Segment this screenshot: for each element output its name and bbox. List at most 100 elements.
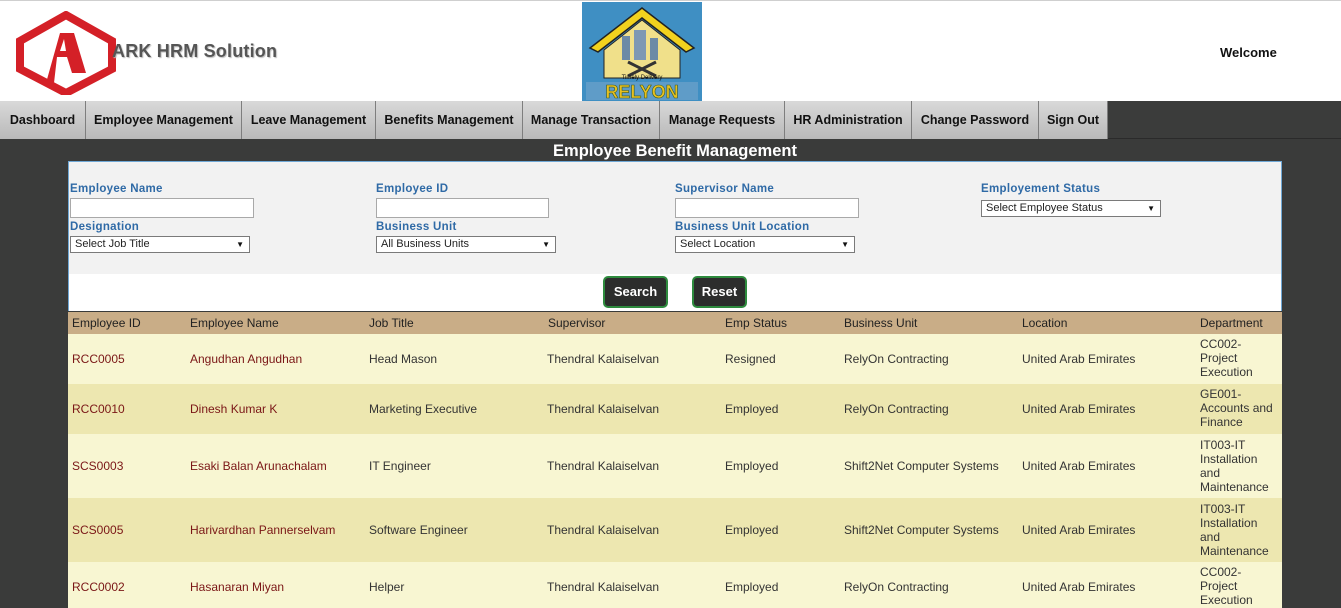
app-header: ARK HRM Solution Timely Delivery RELYON …	[0, 0, 1341, 102]
dropdown-arrow-icon: ▼	[841, 240, 849, 249]
col-job-title[interactable]: Job Title	[369, 312, 414, 334]
supervisor-name-input[interactable]	[675, 198, 859, 218]
dept-line: Accounts and	[1200, 401, 1273, 415]
dept-line: Finance	[1200, 415, 1243, 429]
filter-button-bar	[69, 274, 1281, 311]
col-employee-id[interactable]: Employee ID	[72, 312, 141, 334]
row-department: CC002- Project Execution	[1200, 565, 1280, 607]
table-row: RCC0002 Hasanaran Miyan Helper Thendral …	[68, 562, 1282, 608]
dept-line: GE001-	[1200, 387, 1242, 401]
dept-line: and	[1200, 530, 1221, 544]
employment-status-label: Employement Status	[981, 183, 1101, 195]
row-job-title: Software Engineer	[369, 523, 468, 537]
row-supervisor: Thendral Kalaiselvan	[547, 352, 660, 366]
row-emp-status: Employed	[725, 459, 779, 473]
table-row: SCS0005 Harivardhan Pannerselvam Softwar…	[68, 498, 1282, 562]
business-unit-value: All Business Units	[381, 238, 470, 250]
nav-benefits-management[interactable]: Benefits Management	[376, 101, 523, 139]
col-emp-status[interactable]: Emp Status	[725, 312, 787, 334]
row-employee-name[interactable]: Dinesh Kumar K	[190, 402, 277, 416]
row-supervisor: Thendral Kalaiselvan	[547, 402, 660, 416]
col-supervisor[interactable]: Supervisor	[548, 312, 605, 334]
row-business-unit: RelyOn Contracting	[844, 352, 949, 366]
dept-line: Project	[1200, 351, 1238, 365]
nav-sign-out[interactable]: Sign Out	[1039, 101, 1108, 139]
dept-line: Installation	[1200, 516, 1258, 530]
business-unit-location-label: Business Unit Location	[675, 221, 810, 233]
nav-change-password[interactable]: Change Password	[912, 101, 1039, 139]
employment-status-select[interactable]: Select Employee Status ▼	[981, 200, 1161, 217]
page-title: Employee Benefit Management	[553, 142, 797, 160]
row-location: United Arab Emirates	[1022, 352, 1136, 366]
business-unit-location-value: Select Location	[680, 238, 756, 250]
row-business-unit: RelyOn Contracting	[844, 402, 949, 416]
search-button[interactable]: Search	[603, 276, 668, 308]
row-employee-name[interactable]: Angudhan Angudhan	[190, 352, 302, 366]
row-emp-status: Employed	[725, 402, 779, 416]
row-emp-status: Employed	[725, 523, 779, 537]
row-location: United Arab Emirates	[1022, 580, 1136, 594]
row-employee-name[interactable]: Hasanaran Miyan	[190, 580, 284, 594]
relyon-wordmark: RELYON	[605, 82, 678, 102]
row-department: GE001- Accounts and Finance	[1200, 387, 1280, 429]
employee-id-input[interactable]	[376, 198, 549, 218]
row-job-title: Helper	[369, 580, 405, 594]
row-business-unit: RelyOn Contracting	[844, 580, 949, 594]
row-emp-status: Employed	[725, 580, 779, 594]
row-employee-id[interactable]: RCC0002	[72, 580, 125, 594]
dropdown-arrow-icon: ▼	[236, 240, 244, 249]
nav-leave-management[interactable]: Leave Management	[242, 101, 376, 139]
row-employee-name[interactable]: Esaki Balan Arunachalam	[190, 459, 327, 473]
row-business-unit: Shift2Net Computer Systems	[844, 523, 999, 537]
relyon-logo: Timely Delivery RELYON	[582, 2, 702, 102]
row-employee-id[interactable]: RCC0010	[72, 402, 125, 416]
dept-line: CC002-	[1200, 565, 1242, 579]
row-department: CC002- Project Execution	[1200, 337, 1280, 379]
employee-id-label: Employee ID	[376, 183, 449, 195]
dept-line: Installation	[1200, 452, 1258, 466]
table-row: RCC0005 Angudhan Angudhan Head Mason The…	[68, 334, 1282, 384]
nav-employee-management[interactable]: Employee Management	[86, 101, 242, 139]
employee-name-input[interactable]	[70, 198, 254, 218]
row-employee-id[interactable]: SCS0005	[72, 523, 123, 537]
reset-button[interactable]: Reset	[692, 276, 747, 308]
row-location: United Arab Emirates	[1022, 523, 1136, 537]
row-employee-id[interactable]: SCS0003	[72, 459, 123, 473]
row-emp-status: Resigned	[725, 352, 776, 366]
dept-line: IT003-IT	[1200, 438, 1246, 452]
supervisor-name-label: Supervisor Name	[675, 183, 775, 195]
dept-line: Execution	[1200, 365, 1253, 379]
table-row: SCS0003 Esaki Balan Arunachalam IT Engin…	[68, 434, 1282, 498]
employment-status-value: Select Employee Status	[986, 202, 1103, 214]
business-unit-label: Business Unit	[376, 221, 457, 233]
dept-line: Project	[1200, 579, 1238, 593]
dept-line: Maintenance	[1200, 544, 1269, 558]
nav-manage-transaction[interactable]: Manage Transaction	[523, 101, 660, 139]
dept-line: Maintenance	[1200, 480, 1269, 494]
dept-line: IT003-IT	[1200, 502, 1246, 516]
row-job-title: Head Mason	[369, 352, 438, 366]
row-supervisor: Thendral Kalaiselvan	[547, 523, 660, 537]
col-business-unit[interactable]: Business Unit	[844, 312, 917, 334]
ark-logo-icon	[16, 10, 116, 98]
nav-hr-administration[interactable]: HR Administration	[785, 101, 912, 139]
row-employee-name[interactable]: Harivardhan Pannerselvam	[190, 523, 335, 537]
designation-label: Designation	[70, 221, 140, 233]
nav-dashboard[interactable]: Dashboard	[0, 101, 86, 139]
row-supervisor: Thendral Kalaiselvan	[547, 580, 660, 594]
table-header-row: Employee ID Employee Name Job Title Supe…	[68, 312, 1282, 334]
employee-table: Employee ID Employee Name Job Title Supe…	[68, 312, 1282, 608]
row-business-unit: Shift2Net Computer Systems	[844, 459, 999, 473]
table-row: RCC0010 Dinesh Kumar K Marketing Executi…	[68, 384, 1282, 434]
business-unit-location-select[interactable]: Select Location ▼	[675, 236, 855, 253]
nav-manage-requests[interactable]: Manage Requests	[660, 101, 785, 139]
business-unit-select[interactable]: All Business Units ▼	[376, 236, 556, 253]
row-employee-id[interactable]: RCC0005	[72, 352, 125, 366]
welcome-text: Welcome	[1220, 45, 1277, 60]
col-department[interactable]: Department	[1200, 312, 1263, 334]
designation-select[interactable]: Select Job Title ▼	[70, 236, 250, 253]
col-employee-name[interactable]: Employee Name	[190, 312, 279, 334]
brand-name: ARK HRM Solution	[112, 41, 278, 61]
col-location[interactable]: Location	[1022, 312, 1067, 334]
row-location: United Arab Emirates	[1022, 402, 1136, 416]
